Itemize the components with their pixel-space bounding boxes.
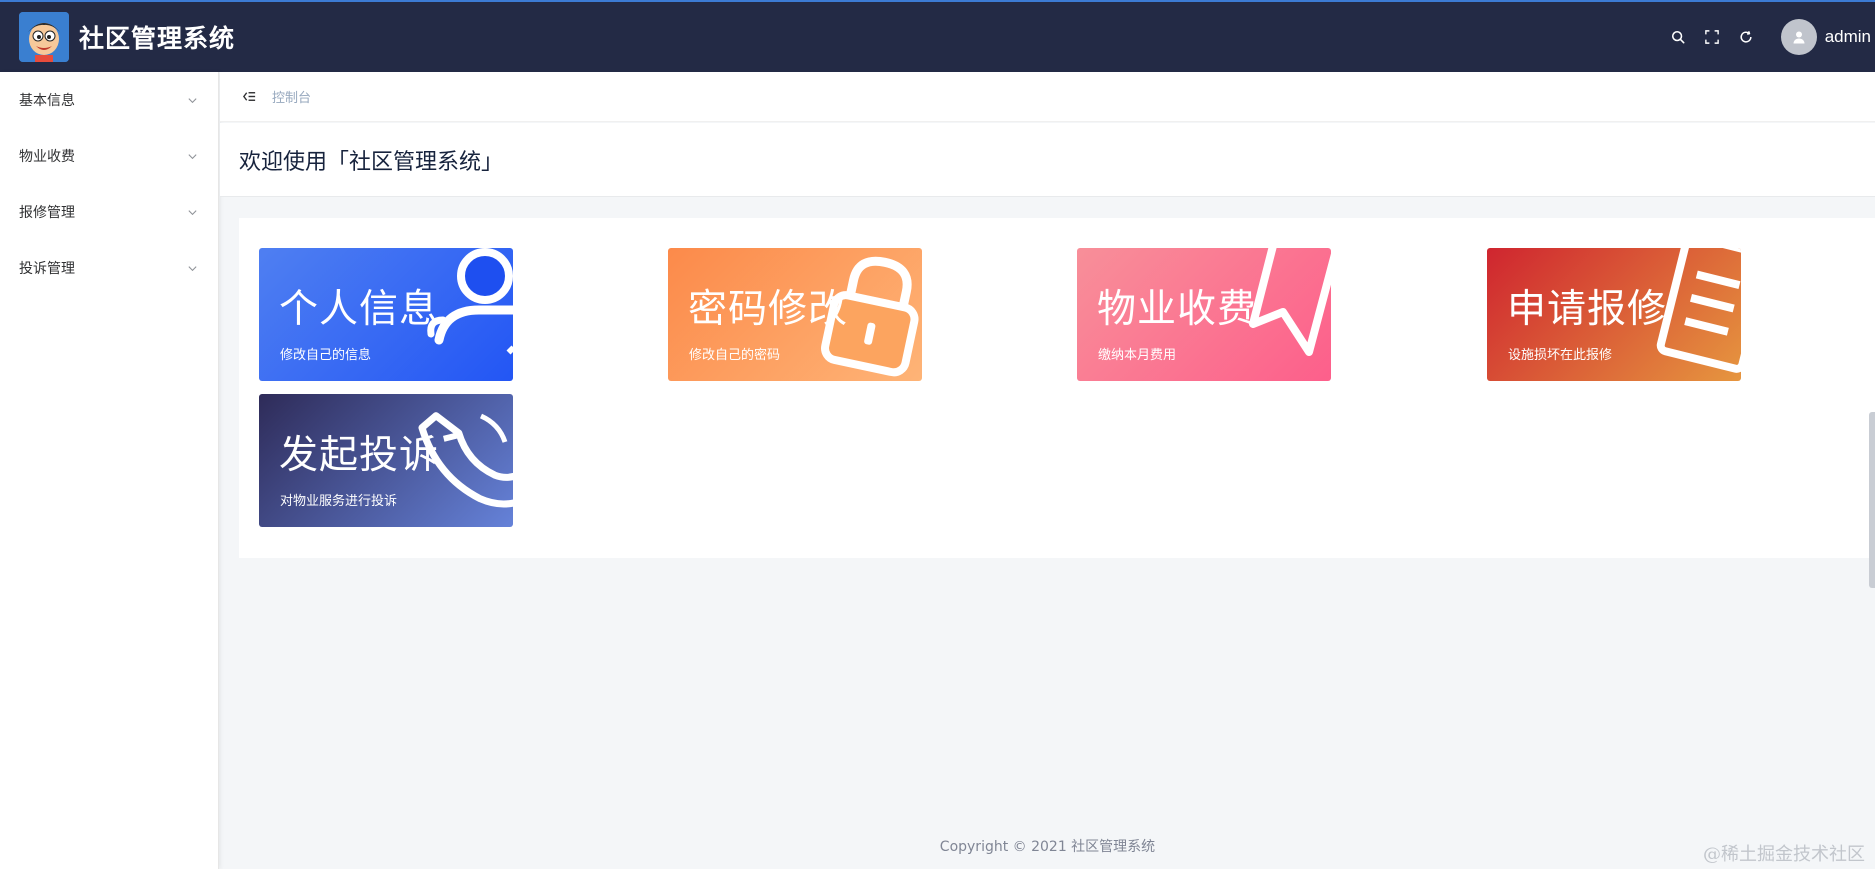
card-title: 密码修改 (688, 287, 849, 332)
card-file-complaint[interactable]: 发起投诉 对物业服务进行投诉 (259, 394, 513, 527)
header-toolbar: admin (1661, 2, 1875, 72)
top-header: 社区管理系统 admin (0, 0, 1875, 72)
user-icon (1793, 31, 1805, 44)
app-logo[interactable] (19, 12, 69, 62)
chevron-down-icon (188, 265, 197, 271)
breadcrumb-bar: 控制台 (220, 72, 1875, 122)
sidebar-item-property-fees[interactable]: 物业收费 (0, 128, 218, 184)
card-subtitle: 缴纳本月费用 (1098, 348, 1177, 363)
card-title: 物业收费 (1097, 287, 1258, 332)
card-title: 申请报修 (1507, 287, 1668, 332)
card-personal-info[interactable]: 个人信息 修改自己的信息 (259, 248, 513, 381)
shortcut-panel: 个人信息 修改自己的信息 密码修改 修改自己的密码 物业收费 缴纳本月费用 申请… (239, 218, 1875, 558)
card-property-fees[interactable]: 物业收费 缴纳本月费用 (1077, 248, 1331, 381)
sidebar: 基本信息 物业收费 报修管理 投诉管理 (0, 72, 219, 869)
card-subtitle: 对物业服务进行投诉 (280, 494, 398, 509)
card-title: 发起投诉 (279, 433, 440, 478)
card-subtitle: 修改自己的信息 (280, 348, 372, 363)
chevron-down-icon (188, 97, 197, 103)
sidebar-item-label: 基本信息 (19, 93, 75, 109)
page-header: 欢迎使用「社区管理系统」 (220, 123, 1875, 197)
scrollbar-handle[interactable] (1869, 412, 1875, 588)
username[interactable]: admin (1825, 27, 1871, 47)
card-repair-request[interactable]: 申请报修 设施损坏在此报修 (1487, 248, 1741, 381)
footer-copyright: Copyright © 2021 社区管理系统 (939, 839, 1156, 855)
app-title: 社区管理系统 (79, 24, 236, 53)
sidebar-item-label: 报修管理 (19, 205, 75, 221)
sidebar-item-label: 物业收费 (19, 149, 75, 165)
sidebar-item-label: 投诉管理 (19, 261, 75, 277)
sidebar-item-repair-management[interactable]: 报修管理 (0, 184, 218, 240)
avatar[interactable] (1780, 19, 1817, 55)
watermark: @稀土掘金技术社区 (1703, 844, 1865, 865)
chevron-down-icon (188, 209, 197, 215)
sidebar-item-complaint-management[interactable]: 投诉管理 (0, 240, 218, 296)
fullscreen-icon[interactable] (1695, 20, 1729, 54)
card-subtitle: 修改自己的密码 (689, 348, 781, 363)
card-change-password[interactable]: 密码修改 修改自己的密码 (668, 248, 922, 381)
card-title: 个人信息 (279, 287, 440, 332)
breadcrumb[interactable]: 控制台 (272, 87, 311, 106)
card-subtitle: 设施损坏在此报修 (1508, 348, 1613, 363)
chevron-down-icon (188, 153, 197, 159)
search-icon[interactable] (1661, 20, 1695, 54)
menu-collapse-icon[interactable] (240, 88, 258, 106)
sidebar-item-basic-info[interactable]: 基本信息 (0, 72, 218, 128)
refresh-icon[interactable] (1729, 20, 1763, 54)
page-title: 欢迎使用「社区管理系统」 (239, 149, 504, 175)
